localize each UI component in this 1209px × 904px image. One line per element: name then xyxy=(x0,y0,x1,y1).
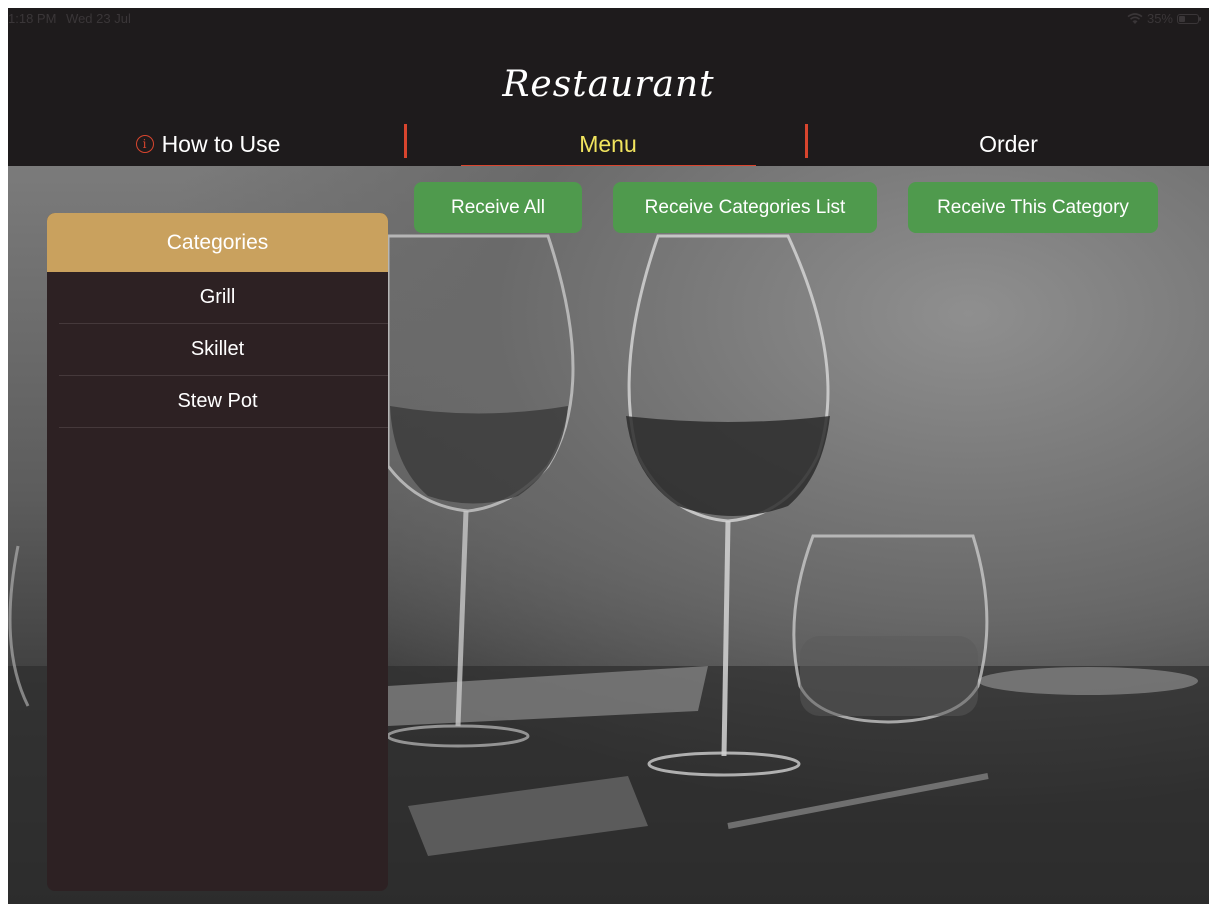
category-item-grill[interactable]: Grill xyxy=(59,272,388,324)
status-right: 35% xyxy=(1127,11,1201,26)
categories-panel: Categories Grill Skillet Stew Pot xyxy=(47,213,388,891)
battery-percent: 35% xyxy=(1146,11,1173,26)
receive-this-category-button[interactable]: Receive This Category xyxy=(908,182,1158,233)
receive-categories-list-button[interactable]: Receive Categories List xyxy=(613,182,877,233)
categories-list: Grill Skillet Stew Pot xyxy=(47,272,388,428)
status-date: Wed 23 Jul xyxy=(66,11,131,26)
tab-order[interactable]: Order xyxy=(808,126,1209,162)
receive-all-button[interactable]: Receive All xyxy=(414,182,582,233)
tab-menu[interactable]: Menu xyxy=(408,126,808,162)
categories-header: Categories xyxy=(47,213,388,272)
battery-icon xyxy=(1177,13,1201,24)
tab-order-label: Order xyxy=(979,130,1038,157)
tab-menu-label: Menu xyxy=(579,130,637,157)
status-left: 1:18 PM Wed 23 Jul xyxy=(8,11,137,26)
status-time: 1:18 PM xyxy=(8,11,57,26)
tab-separator xyxy=(805,124,808,158)
tab-how-to-use-label: How to Use xyxy=(161,130,281,157)
category-item-stew-pot[interactable]: Stew Pot xyxy=(59,376,388,428)
tab-how-to-use[interactable]: i How to Use xyxy=(8,126,408,162)
info-icon: i xyxy=(135,135,154,153)
status-bar: 1:18 PM Wed 23 Jul 35% xyxy=(8,8,1209,30)
app-header: Restaurant i How to Use Menu Order xyxy=(8,30,1209,166)
wifi-icon xyxy=(1127,12,1143,24)
app-title: Restaurant xyxy=(502,64,715,105)
app-screen: Restaurant i How to Use Menu Order Recei… xyxy=(8,8,1209,904)
tab-separator xyxy=(404,124,407,158)
category-item-skillet[interactable]: Skillet xyxy=(59,324,388,376)
